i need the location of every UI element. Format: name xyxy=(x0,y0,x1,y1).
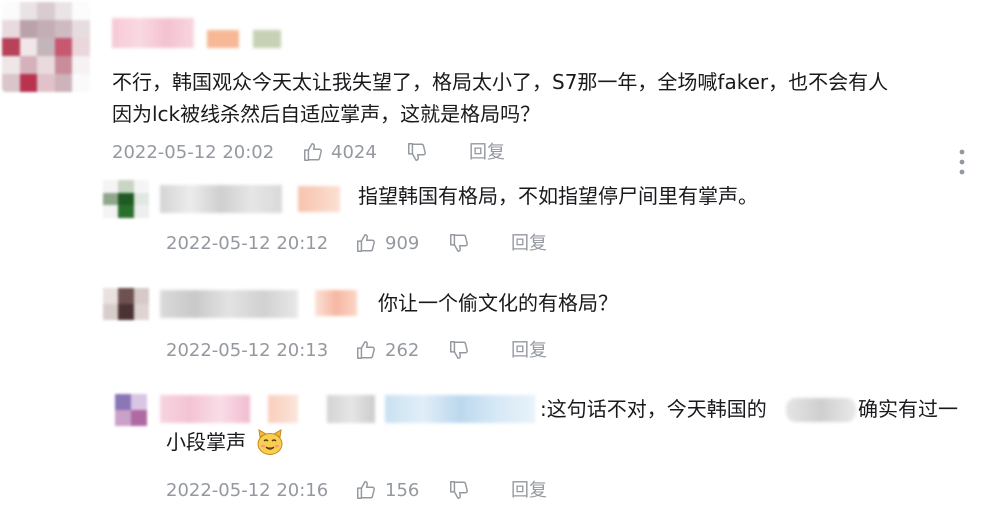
username[interactable] xyxy=(160,395,250,423)
user-badge xyxy=(207,30,239,48)
user-level-badge xyxy=(253,30,281,48)
comment-time: 2022-05-12 20:12 xyxy=(166,233,329,254)
reply-button[interactable]: 回复 xyxy=(511,481,547,501)
user-badge xyxy=(315,290,357,316)
avatar[interactable] xyxy=(103,288,149,320)
reply-text: 指望韩国有格局，不如指望停尸间里有掌声。 xyxy=(358,184,758,208)
thumbs-down-icon[interactable] xyxy=(448,479,470,501)
thumbs-up-icon[interactable] xyxy=(355,339,377,361)
comment-time: 2022-05-12 20:13 xyxy=(166,340,329,361)
username[interactable] xyxy=(160,290,298,318)
cat-face-emoji xyxy=(257,429,283,455)
avatar[interactable] xyxy=(103,180,149,218)
username[interactable] xyxy=(112,18,194,48)
user-badge xyxy=(298,186,340,212)
reply-target-username[interactable] xyxy=(327,395,375,423)
like-count: 262 xyxy=(385,340,420,361)
thumbs-up-icon[interactable] xyxy=(355,479,377,501)
more-vertical-icon[interactable] xyxy=(958,148,966,176)
redacted-word xyxy=(786,398,856,422)
thumbs-down-icon[interactable] xyxy=(448,339,470,361)
avatar[interactable] xyxy=(2,2,90,92)
reply-button[interactable]: 回复 xyxy=(511,234,547,254)
thumbs-down-icon[interactable] xyxy=(406,141,428,163)
reply-text: 你让一个偷文化的有格局？ xyxy=(378,291,618,315)
like-count: 4024 xyxy=(331,142,377,163)
thumbs-up-icon[interactable] xyxy=(302,141,324,163)
reply-text-part1: :这句话不对，今天韩国的 xyxy=(540,397,767,421)
reply-text-part2: 确实有过一 xyxy=(858,397,958,421)
like-count: 909 xyxy=(385,233,420,254)
reply-button[interactable]: 回复 xyxy=(511,341,547,361)
comment-time: 2022-05-12 20:16 xyxy=(166,480,329,501)
user-badge xyxy=(268,395,298,423)
reply-target-badge xyxy=(385,395,535,423)
comment-text-line1: 不行，韩国观众今天太让我失望了，格局太小了，S7那一年，全场喊faker，也不会… xyxy=(112,70,889,94)
comment-text-line2: 因为lck被线杀然后自适应掌声，这就是格局吗？ xyxy=(112,102,541,126)
thumbs-down-icon[interactable] xyxy=(448,232,470,254)
like-count: 156 xyxy=(385,480,420,501)
reply-button[interactable]: 回复 xyxy=(469,143,505,163)
avatar[interactable] xyxy=(115,394,147,426)
thumbs-up-icon[interactable] xyxy=(355,232,377,254)
username[interactable] xyxy=(160,185,282,213)
comment-time: 2022-05-12 20:02 xyxy=(112,142,275,163)
reply-text-line2: 小段掌声 xyxy=(166,430,246,454)
